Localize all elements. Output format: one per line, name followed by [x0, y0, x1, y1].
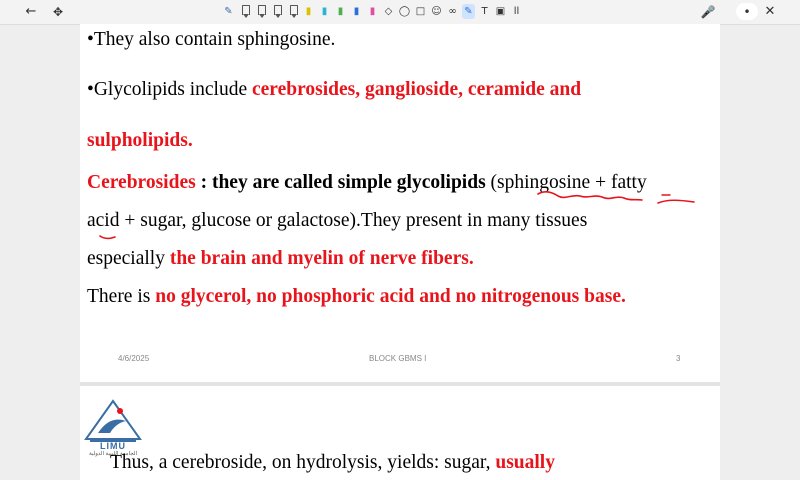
- image-tool-icon[interactable]: ▣: [494, 4, 507, 19]
- footer-page-number: 3: [676, 354, 681, 363]
- pen-icon[interactable]: ✎: [222, 4, 235, 19]
- microphone-icon[interactable]: 🎤: [700, 3, 716, 20]
- slide-line-2: •Glycolipids include cerebrosides, gangl…: [87, 79, 581, 101]
- pen-dark-icon[interactable]: [254, 4, 267, 19]
- bullet-sphingosine: •They also contain sphingosine.: [87, 29, 336, 50]
- sticker-icon[interactable]: ☺: [430, 4, 443, 19]
- glycolipids-list-red: cerebrosides, ganglioside, ceramide and: [251, 79, 582, 100]
- pen-red-icon[interactable]: [286, 4, 299, 19]
- slide-line-4: Cerebrosides : they are called simple gl…: [87, 172, 647, 194]
- highlighter-cyan-icon[interactable]: ▮: [318, 4, 331, 19]
- more-options-button[interactable]: •: [736, 3, 758, 20]
- page-number-label: ll: [513, 6, 520, 17]
- drawing-tools: ✎ ▮ ▮ ▮ ▮ ▮ ◇ ◯ □ ☺ ∞ ✎ T ▣ ll: [222, 3, 523, 20]
- sulpholipids-red: sulpholipids.: [87, 130, 193, 151]
- lasso-icon[interactable]: ◯: [398, 4, 411, 19]
- slide-line-5: acid + sugar, glucose or galactose).They…: [87, 210, 587, 232]
- slide-line-3: sulpholipids.: [87, 130, 193, 152]
- logo-limu-text: LIMU: [100, 441, 126, 451]
- back-arrow-icon[interactable]: ←: [22, 3, 40, 20]
- move-icon[interactable]: ✥: [49, 3, 67, 20]
- pen-black-icon[interactable]: [238, 4, 251, 19]
- highlighter-blue-icon[interactable]: ▮: [350, 4, 363, 19]
- pen-grey-icon[interactable]: [270, 4, 283, 19]
- shapes-icon[interactable]: □: [414, 4, 427, 19]
- text-tool-icon[interactable]: T: [478, 4, 491, 19]
- slide2-line-1: Thus, a cerebroside, on hydrolysis, yiel…: [110, 452, 555, 474]
- slide-line-1: •They also contain sphingosine.: [87, 29, 335, 51]
- acid-sugar-text: acid + sugar, glucose or galactose).They…: [87, 210, 588, 231]
- close-icon[interactable]: ✕: [762, 3, 778, 20]
- footer-date: 4/6/2025: [118, 354, 150, 363]
- no-glycerol-red: no glycerol, no phosphoric acid and no n…: [155, 286, 626, 307]
- hydrolysis-text: Thus, a cerebroside, on hydrolysis, yiel…: [110, 452, 491, 473]
- highlighter-green-icon[interactable]: ▮: [334, 4, 347, 19]
- cerebrosides-heading: Cerebrosides: [87, 172, 196, 193]
- highlighter-pink-icon[interactable]: ▮: [366, 4, 379, 19]
- footer-title: BLOCK GBMS I: [369, 354, 427, 363]
- annotation-toolbar: ← ✥ ✎ ▮ ▮ ▮ ▮ ▮ ◇ ◯ □ ☺ ∞ ✎ T ▣ ll 🎤 • ✕: [0, 0, 800, 25]
- usually-red: usually: [490, 452, 555, 473]
- especially-text: especially: [87, 248, 170, 269]
- link-icon[interactable]: ∞: [446, 4, 459, 19]
- slide-page-3: [80, 24, 720, 382]
- highlighter-yellow-icon[interactable]: ▮: [302, 4, 315, 19]
- sphingosine-fatty-text: (sphingosine + fatty: [485, 172, 647, 193]
- glycolipids-text: •Glycolipids include: [87, 79, 252, 100]
- slide-line-7: There is no glycerol, no phosphoric acid…: [87, 286, 626, 308]
- brain-myelin-red: the brain and myelin of nerve fibers.: [169, 248, 474, 269]
- slide-line-6: especially the brain and myelin of nerve…: [87, 248, 474, 270]
- eraser-icon[interactable]: ◇: [382, 4, 395, 19]
- simple-glycolipids-text: : they are called simple glycolipids: [195, 172, 486, 193]
- laser-pointer-icon[interactable]: ✎: [462, 4, 475, 19]
- there-is-text: There is: [87, 286, 156, 307]
